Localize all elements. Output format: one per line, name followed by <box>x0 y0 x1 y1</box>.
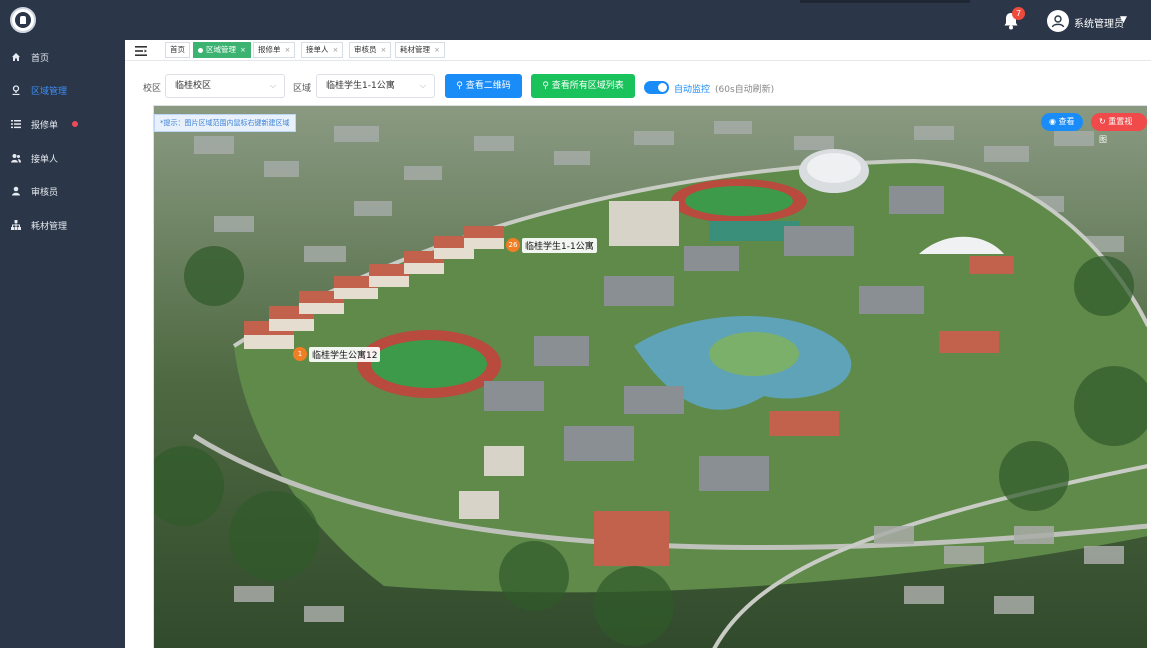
tab-consumables[interactable]: 耗材管理 × <box>395 42 445 58</box>
area-label: 区域 <box>293 84 312 94</box>
reset-view-button[interactable]: ↻ 重置视图 <box>1091 113 1147 144</box>
top-bar: 7 系统管理员 ▼ <box>0 0 1151 40</box>
chevron-down-icon: ⌵ <box>419 81 426 90</box>
campus-aerial-image[interactable] <box>154 106 1147 648</box>
sidebar: 首页 区域管理 报修单 接单人 审核员 耗材管理 <box>0 40 125 648</box>
tab-order-takers[interactable]: 接单人 × <box>301 42 344 58</box>
home-icon <box>11 52 21 62</box>
tab-area-management[interactable]: 区域管理 × <box>193 42 251 58</box>
view-qr-button[interactable]: ⚲ 查看二维码 <box>445 74 522 98</box>
sidebar-item-order-takers[interactable]: 接单人 <box>0 141 125 175</box>
sidebar-item-repair-orders[interactable]: 报修单 <box>0 107 125 141</box>
unread-dot <box>72 121 78 127</box>
tab-home[interactable]: 首页 <box>165 42 190 58</box>
sidebar-item-label: 审核员 <box>31 187 59 198</box>
sidebar-item-label: 耗材管理 <box>31 221 68 232</box>
users-icon <box>11 153 21 163</box>
close-icon[interactable]: × <box>240 46 246 54</box>
refresh-icon: ↻ <box>1099 117 1109 126</box>
chevron-down-icon[interactable]: ▼ <box>1120 15 1127 25</box>
sidebar-item-label: 接单人 <box>31 154 59 165</box>
auto-refresh-note: (60s自动刷新) <box>715 85 775 95</box>
sidebar-item-label: 报修单 <box>31 120 59 131</box>
list-icon <box>11 119 21 129</box>
campus-map[interactable]: *提示：图片区域范围内鼠标右键新建区域 ◉ 查看 ↻ 重置视图 26 临桂学生1… <box>153 105 1147 648</box>
marker-count: 26 <box>506 238 520 252</box>
auto-monitor-label[interactable]: 自动监控 <box>674 82 710 95</box>
tabs-bar: 首页 区域管理 × 报修单 × 接单人 × 审核员 × 耗材管理 × <box>125 40 1151 61</box>
top-strip <box>800 0 970 3</box>
area-marker[interactable]: 26 临桂学生1-1公寓 <box>506 237 597 253</box>
campus-label: 校区 <box>143 84 162 94</box>
map-hint: *提示：图片区域范围内鼠标右键新建区域 <box>154 114 296 132</box>
tab-repair-orders[interactable]: 报修单 × <box>253 42 296 58</box>
marker-name: 临桂学生公寓12 <box>309 346 381 362</box>
close-icon[interactable]: × <box>333 46 339 54</box>
area-marker[interactable]: 1 临桂学生公寓12 <box>293 346 381 362</box>
sidebar-item-area-management[interactable]: 区域管理 <box>0 73 125 107</box>
chevron-down-icon: ⌵ <box>269 81 276 90</box>
area-select[interactable]: 临桂学生1-1公寓 ⌵ <box>316 74 435 98</box>
view-all-areas-button[interactable]: ⚲ 查看所有区域列表 <box>531 74 635 98</box>
user-avatar-icon[interactable] <box>1047 10 1069 32</box>
eye-icon: ◉ <box>1049 117 1059 126</box>
close-icon[interactable]: × <box>434 46 440 54</box>
search-icon: ⚲ <box>542 81 552 91</box>
menu-toggle-icon[interactable] <box>135 45 147 56</box>
map-view-button[interactable]: ◉ 查看 <box>1041 113 1083 131</box>
sidebar-item-reviewers[interactable]: 审核员 <box>0 174 125 208</box>
search-icon: ⚲ <box>456 81 466 91</box>
user-icon <box>11 186 21 196</box>
auto-monitor-toggle[interactable] <box>644 81 669 94</box>
school-logo[interactable] <box>10 7 36 33</box>
user-name[interactable]: 系统管理员 <box>1074 15 1124 30</box>
main-content: 校区 临桂校区 ⌵ 区域 临桂学生1-1公寓 ⌵ ⚲ 查看二维码 ⚲ 查看所有区… <box>125 61 1151 648</box>
sidebar-item-home[interactable]: 首页 <box>0 40 125 74</box>
campus-select[interactable]: 临桂校区 ⌵ <box>165 74 285 98</box>
marker-count: 1 <box>293 347 307 361</box>
hierarchy-icon <box>11 220 21 230</box>
close-icon[interactable]: × <box>285 46 291 54</box>
close-icon[interactable]: × <box>381 46 387 54</box>
sidebar-item-label: 区域管理 <box>31 86 68 97</box>
sidebar-item-consumables[interactable]: 耗材管理 <box>0 208 125 242</box>
marker-name: 临桂学生1-1公寓 <box>522 237 597 253</box>
notification-badge: 7 <box>1012 7 1025 20</box>
location-icon <box>11 85 21 95</box>
sidebar-item-label: 首页 <box>31 53 50 64</box>
tab-reviewers[interactable]: 审核员 × <box>349 42 392 58</box>
